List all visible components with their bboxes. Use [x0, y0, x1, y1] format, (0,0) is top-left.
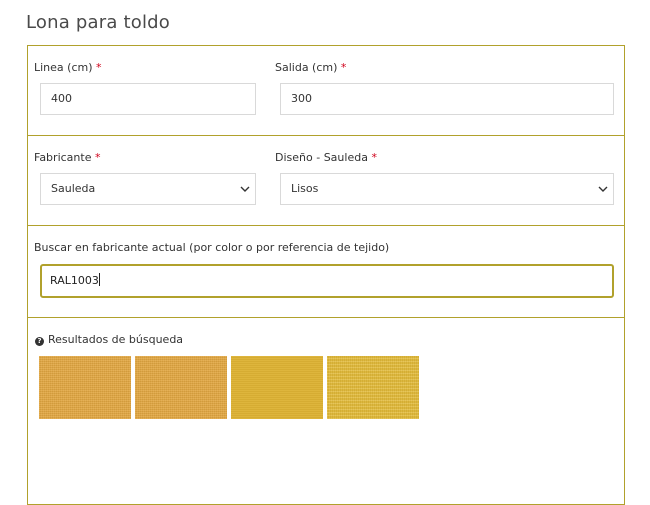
fabricante-select[interactable]: Sauleda — [40, 173, 256, 205]
diseno-select[interactable]: Lisos — [280, 173, 614, 205]
diseno-label: Diseño - Sauleda * — [275, 151, 377, 164]
fabric-swatch-2[interactable] — [135, 356, 227, 419]
awning-fabric-form: Linea (cm) * 400 Salida (cm) * 300 Fabri… — [27, 45, 625, 505]
fabric-swatch-3[interactable] — [231, 356, 323, 419]
chevron-down-icon — [240, 186, 250, 192]
linea-input[interactable]: 400 — [40, 83, 256, 115]
results-header: ? Resultados de búsqueda — [35, 333, 183, 346]
page-title: Lona para toldo — [26, 12, 171, 33]
chevron-down-icon — [598, 186, 608, 192]
help-icon[interactable]: ? — [35, 337, 44, 346]
divider — [28, 225, 624, 226]
fabric-swatch-1[interactable] — [39, 356, 131, 419]
search-input[interactable]: RAL1003 — [40, 264, 614, 298]
required-mark: * — [371, 151, 377, 164]
text-caret — [98, 273, 100, 286]
required-mark: * — [96, 61, 102, 74]
search-label: Buscar en fabricante actual (por color o… — [34, 241, 390, 254]
linea-label: Linea (cm) * — [34, 61, 102, 74]
required-mark: * — [94, 151, 101, 164]
fabric-swatch-4[interactable] — [327, 356, 419, 419]
divider — [28, 317, 624, 318]
fabricante-label: Fabricante * — [34, 151, 101, 164]
salida-input[interactable]: 300 — [280, 83, 614, 115]
required-mark: * — [340, 61, 347, 74]
divider — [28, 135, 624, 136]
salida-label: Salida (cm) * — [275, 61, 347, 74]
